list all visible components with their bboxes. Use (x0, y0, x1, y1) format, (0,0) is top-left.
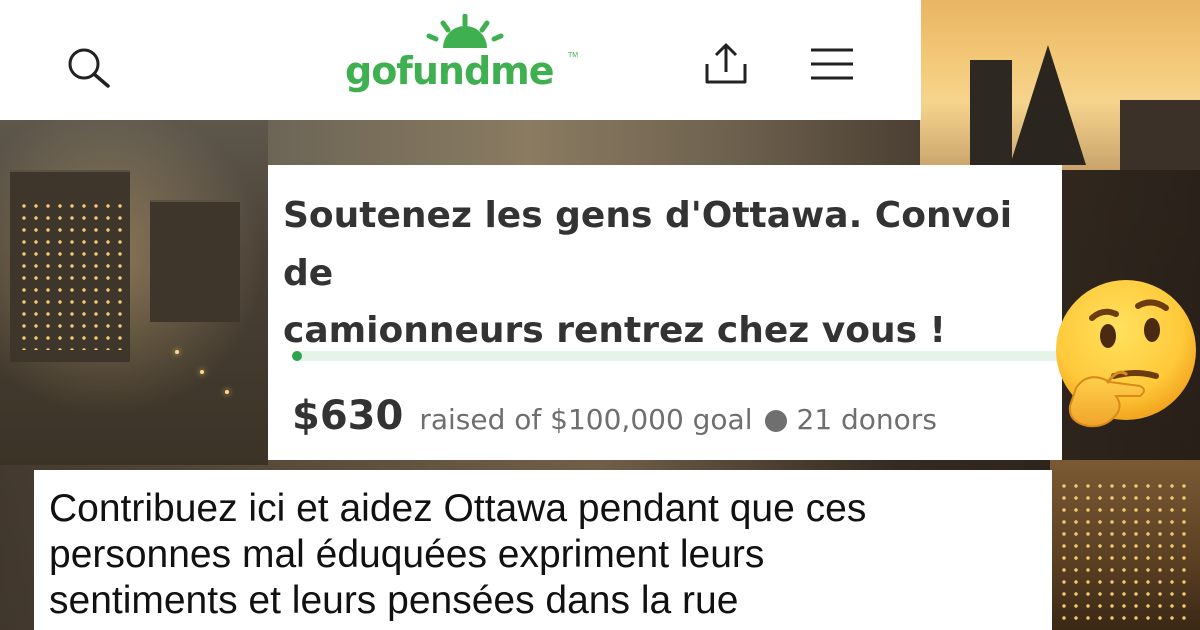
donor-count[interactable]: 21 donors (797, 403, 937, 436)
gofundme-logo[interactable]: gofundme TM (345, 14, 585, 104)
title-line-1: Soutenez les gens d'Ottawa. Convoi de (283, 195, 1013, 294)
building (150, 200, 240, 322)
campaign-description: Contribuez ici et aidez Ottawa pendant q… (49, 486, 1049, 624)
title-line-2: camionneurs rentrez chez vous ! (283, 310, 946, 352)
share-icon[interactable] (703, 42, 749, 88)
logo-wordmark: gofundme (345, 49, 555, 93)
sun-logo-icon (426, 14, 504, 48)
raised-amount: $630 (292, 393, 404, 439)
campaign-description-card: Contribuez ici et aidez Ottawa pendant q… (34, 470, 1052, 630)
goal-text: raised of $100,000 goal (419, 403, 753, 436)
search-icon[interactable] (66, 46, 112, 88)
description-line-2: personnes mal éduquées expriment leurs (49, 533, 765, 576)
thinking-face-emoji (1056, 280, 1196, 428)
menu-icon[interactable] (809, 46, 855, 82)
description-line-1: Contribuez ici et aidez Ottawa pendant q… (49, 487, 867, 530)
street-light (200, 370, 204, 374)
peace-tower-spire (1010, 45, 1086, 165)
campaign-title[interactable]: Soutenez les gens d'Ottawa. Convoi de ca… (283, 187, 1053, 360)
building-windows (18, 200, 122, 350)
city-left-scene (0, 120, 268, 465)
app-header: gofundme TM (0, 0, 921, 120)
description-line-3: sentiments et leurs pensées dans la rue (49, 579, 739, 622)
street-light (225, 390, 229, 394)
funding-progress-bar (292, 351, 1062, 361)
campaign-card: Soutenez les gens d'Ottawa. Convoi de ca… (268, 165, 1062, 460)
logo-trademark: TM (568, 52, 579, 59)
progress-fill (292, 351, 302, 361)
building (1120, 100, 1200, 170)
tower-building (970, 60, 1012, 170)
chateau-building (1050, 460, 1200, 630)
building-windows (1058, 480, 1188, 620)
funding-stats: $630 raised of $100,000 goal 21 donors (292, 393, 937, 439)
street-light (175, 350, 179, 354)
separator-dot (764, 410, 787, 432)
city-skyline-strip (268, 120, 920, 168)
